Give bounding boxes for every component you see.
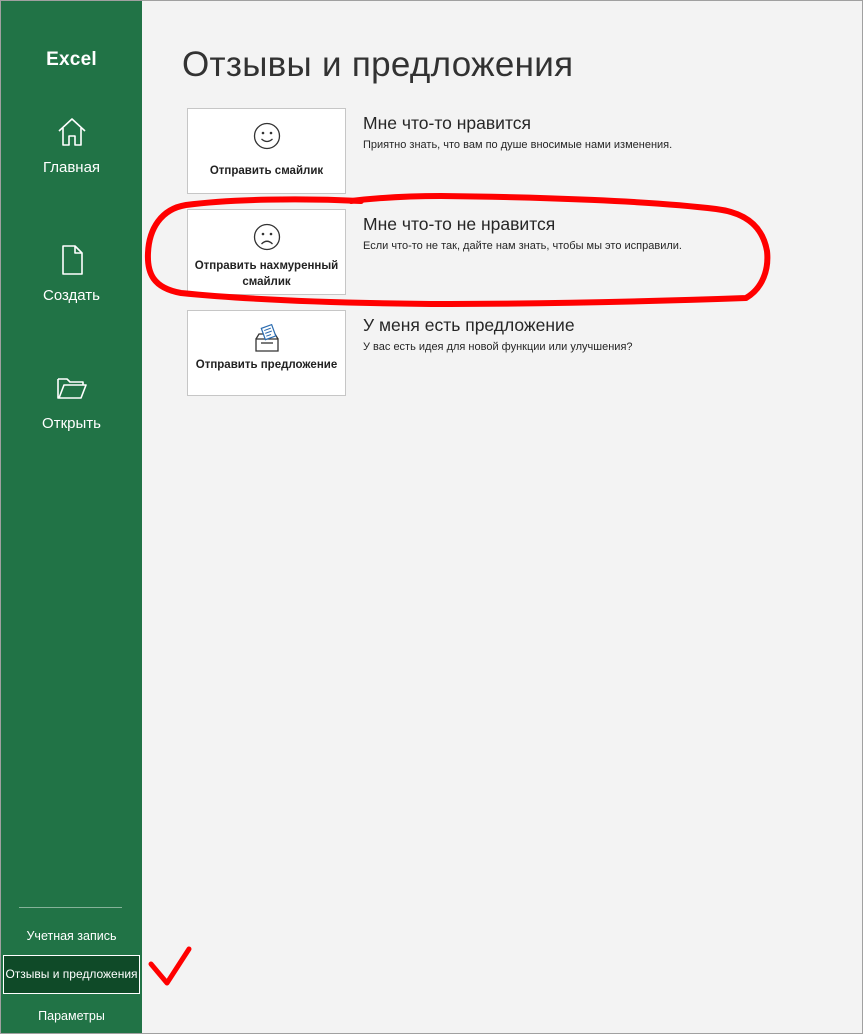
nav-open[interactable]: Открыть bbox=[1, 371, 142, 461]
app-name: Excel bbox=[46, 49, 97, 70]
home-icon bbox=[57, 118, 86, 146]
send-smile-button[interactable]: Отправить смайлик bbox=[187, 108, 346, 194]
option-like-description: Приятно знать, что вам по душе вносимые … bbox=[363, 139, 673, 151]
option-like-title: Мне что-то нравится bbox=[363, 113, 531, 133]
nav-feedback[interactable]: Отзывы и предложения bbox=[3, 955, 140, 994]
excel-window: Excel Главная Создать Открыть Учетная за… bbox=[0, 0, 863, 1034]
smile-icon bbox=[253, 122, 280, 150]
send-suggestion-label: Отправить предложение bbox=[195, 359, 338, 371]
sidebar-divider bbox=[19, 907, 122, 908]
send-suggestion-button[interactable]: Отправить предложение bbox=[187, 310, 346, 396]
nav-new[interactable]: Создать bbox=[1, 243, 142, 333]
backstage-sidebar: Excel Главная Создать Открыть Учетная за… bbox=[1, 1, 142, 1033]
open-folder-icon bbox=[56, 378, 87, 399]
option-dislike-description: Если что-то не так, дайте нам знать, что… bbox=[363, 240, 682, 252]
option-dislike-title: Мне что-то не нравится bbox=[363, 214, 556, 234]
frown-icon bbox=[253, 223, 280, 251]
nav-account[interactable]: Учетная запись bbox=[1, 929, 142, 943]
nav-new-label: Создать bbox=[42, 287, 100, 304]
send-frown-button[interactable]: Отправить нахмуренный смайлик bbox=[187, 209, 346, 295]
nav-open-label: Открыть bbox=[42, 415, 101, 432]
feedback-main: Отзывы и предложения Отправить смайлик М… bbox=[142, 1, 862, 1033]
option-suggest-title: У меня есть предложение bbox=[363, 315, 575, 335]
suggestion-box-icon bbox=[254, 323, 279, 352]
nav-options[interactable]: Параметры bbox=[1, 1009, 142, 1023]
nav-home[interactable]: Главная bbox=[1, 115, 142, 205]
page-title: Отзывы и предложения bbox=[182, 45, 574, 84]
option-suggest-description: У вас есть идея для новой функции или ул… bbox=[363, 341, 633, 353]
new-document-icon bbox=[61, 245, 83, 275]
send-frown-label: Отправить нахмуренный смайлик bbox=[194, 260, 339, 288]
send-smile-label: Отправить смайлик bbox=[209, 165, 324, 177]
nav-home-label: Главная bbox=[42, 159, 101, 176]
